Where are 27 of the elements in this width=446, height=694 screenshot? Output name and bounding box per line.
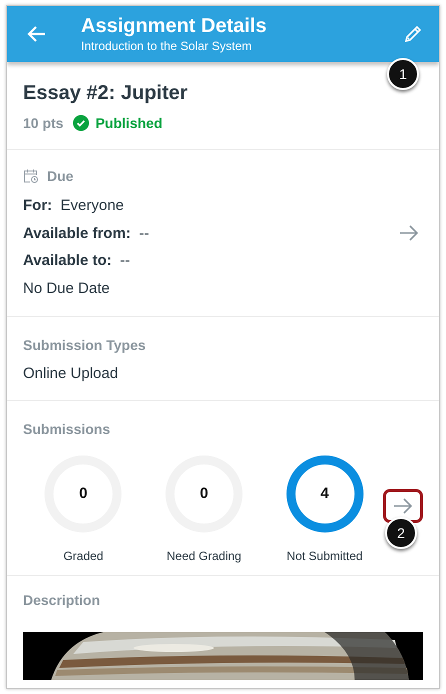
highlighted-arrow-button[interactable] [383,489,424,523]
points-label: 10 pts [23,115,64,131]
due-date-text: No Due Date [23,280,110,296]
stat-label: Not Submitted [286,549,363,563]
count-text: 4 [320,485,329,503]
section-heading: Description [23,592,102,608]
count-text: 0 [79,485,88,503]
arrow-right-icon [399,225,419,241]
count-text: 0 [200,485,208,503]
section-heading: Due [47,168,74,184]
callout-badge: 1 [387,58,419,90]
screen-title: Assignment Details [81,14,268,38]
status-label: Published [95,115,162,131]
stat-label: Graded [63,549,104,563]
section-heading: Submission Types [23,337,147,353]
stat-label: Need Grading [166,549,242,563]
arrow-right-icon [393,498,414,514]
calendar-clock-icon [23,168,39,184]
callout-badge: 2 [385,517,418,549]
due-detail: Available from: -- [23,224,150,242]
due-detail: For: Everyone [23,197,124,214]
submission-type-text: Online Upload [23,365,120,382]
due-detail: Available to: -- [23,252,130,269]
section-heading: Submissions [23,421,112,437]
course-subtitle: Introduction to the Solar System [81,38,253,54]
due-row[interactable]: Due For: Everyone Available from: -- Available to: -- No Due Date [7,150,439,317]
assignment-title: Essay #2: Jupiter [23,82,189,105]
